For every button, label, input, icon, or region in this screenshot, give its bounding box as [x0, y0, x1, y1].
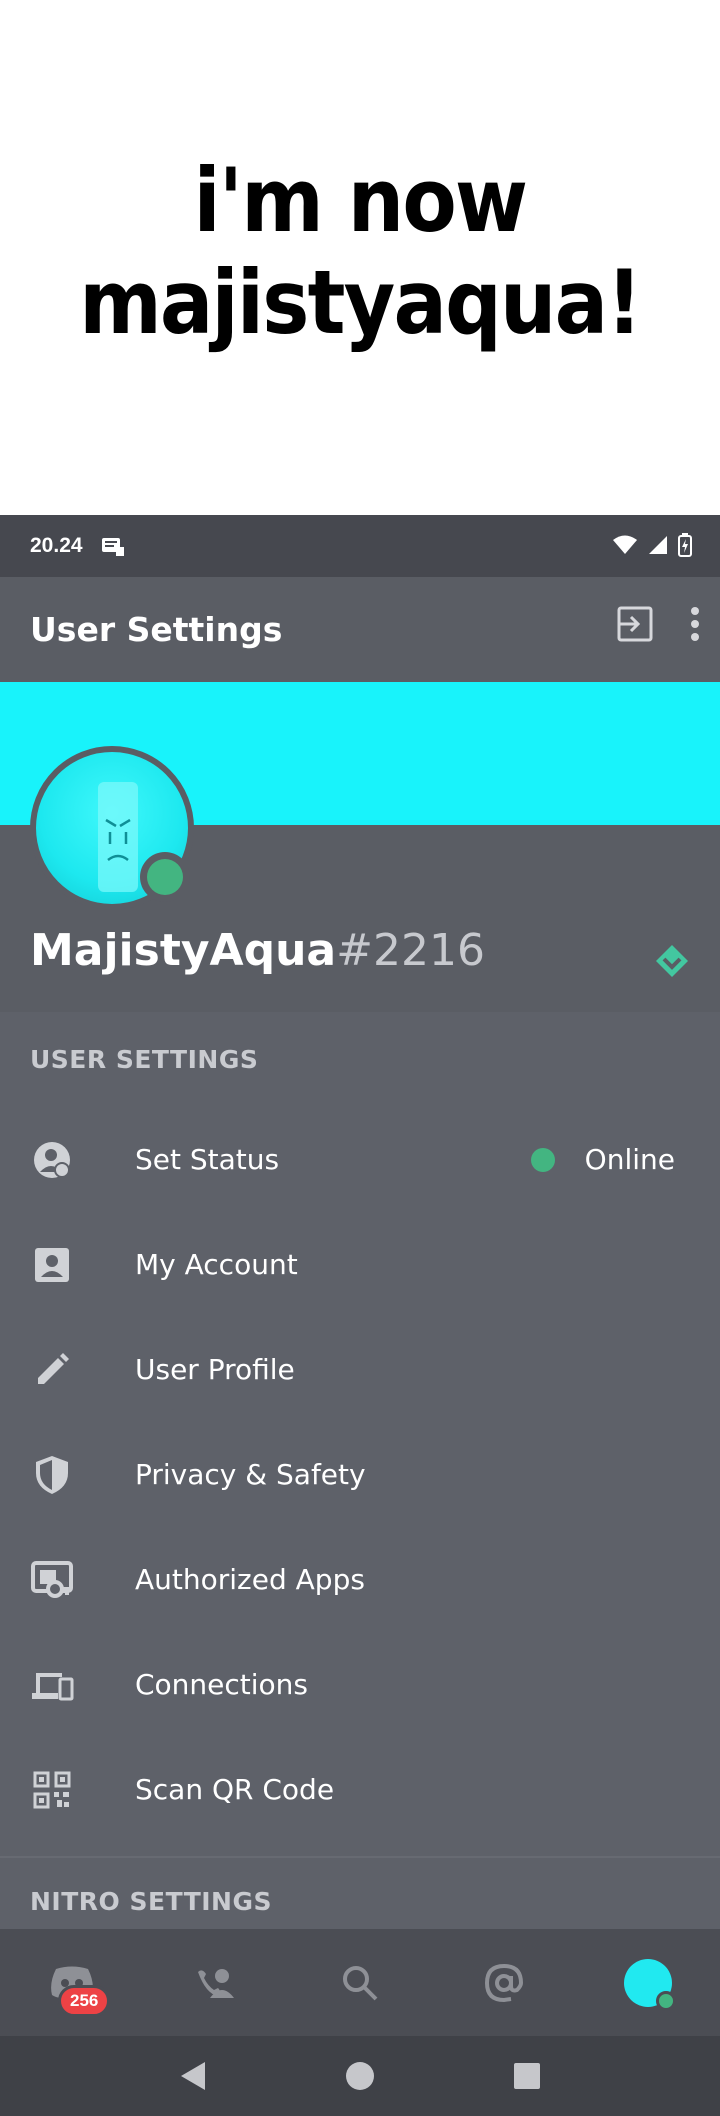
message-notification-icon: [101, 538, 124, 556]
nitro-badge-icon[interactable]: [654, 943, 690, 979]
battery-icon: [678, 533, 692, 557]
status-time: 20.24: [30, 534, 83, 557]
online-status-indicator: [140, 852, 190, 902]
recents-icon[interactable]: [513, 2062, 541, 2090]
system-nav-bar: [0, 2036, 720, 2116]
nav-home[interactable]: 256: [36, 1947, 111, 2019]
avatar-face-icon: [98, 782, 138, 892]
account-icon: [30, 1243, 74, 1287]
profile-avatar: [624, 1958, 676, 2011]
section-divider: [0, 1856, 720, 1858]
apps-key-icon: [30, 1558, 74, 1602]
pencil-icon: [30, 1348, 74, 1392]
notification-badge: 256: [58, 1984, 111, 2017]
shield-icon: [30, 1453, 74, 1497]
menu-item-connections[interactable]: Connections: [0, 1632, 720, 1737]
nav-search[interactable]: [324, 1947, 396, 2019]
meme-caption: i'm now majistyaqua!: [79, 148, 642, 354]
nav-friends[interactable]: [180, 1947, 252, 2019]
user-settings-header: USER SETTINGS: [30, 1045, 259, 1074]
status-icon: [30, 1138, 74, 1182]
menu-item-label: Scan QR Code: [135, 1773, 335, 1806]
username: MajistyAqua#2216: [30, 925, 485, 976]
status-bar: 20.24: [0, 515, 720, 577]
status-value: Online: [584, 1143, 675, 1176]
more-options-icon[interactable]: [690, 607, 700, 641]
wifi-icon: [613, 535, 637, 554]
nav-mentions[interactable]: [468, 1947, 540, 2019]
phone-screen: 20.24 User Settings MajistyAqua#2216 USE…: [0, 515, 720, 2116]
menu-item-my-account[interactable]: My Account: [0, 1212, 720, 1317]
devices-icon: [30, 1663, 74, 1707]
menu-item-authorized-apps[interactable]: Authorized Apps: [0, 1527, 720, 1632]
friends-icon: [198, 1968, 234, 1998]
user-settings-menu: Set Status Online My Account User Profil…: [0, 1107, 720, 1842]
signal-icon: [649, 536, 667, 554]
menu-item-scan-qr[interactable]: Scan QR Code: [0, 1737, 720, 1842]
menu-item-label: Set Status: [135, 1143, 280, 1176]
app-bar: User Settings: [0, 577, 720, 682]
mentions-icon: [485, 1963, 523, 2002]
home-circle-icon[interactable]: [345, 2061, 375, 2091]
menu-item-label: User Profile: [135, 1353, 295, 1386]
logout-icon[interactable]: [616, 605, 654, 643]
online-dot: [530, 1147, 555, 1172]
search-icon: [343, 1965, 378, 2000]
bottom-nav: 256: [0, 1929, 720, 2036]
qr-code-icon: [30, 1768, 74, 1812]
meme-caption-area: i'm now majistyaqua!: [0, 0, 720, 515]
nav-profile[interactable]: [612, 1947, 684, 2019]
back-icon[interactable]: [179, 2061, 207, 2091]
page-title: User Settings: [30, 610, 283, 649]
menu-item-label: My Account: [135, 1248, 298, 1281]
menu-item-privacy-safety[interactable]: Privacy & Safety: [0, 1422, 720, 1527]
username-discriminator: #2216: [336, 925, 485, 976]
menu-item-label: Authorized Apps: [135, 1563, 365, 1596]
menu-item-label: Connections: [135, 1668, 309, 1701]
nitro-settings-header: NITRO SETTINGS: [30, 1887, 272, 1916]
menu-item-user-profile[interactable]: User Profile: [0, 1317, 720, 1422]
menu-item-set-status[interactable]: Set Status Online: [0, 1107, 720, 1212]
menu-item-label: Privacy & Safety: [135, 1458, 366, 1491]
username-name: MajistyAqua: [30, 925, 337, 976]
